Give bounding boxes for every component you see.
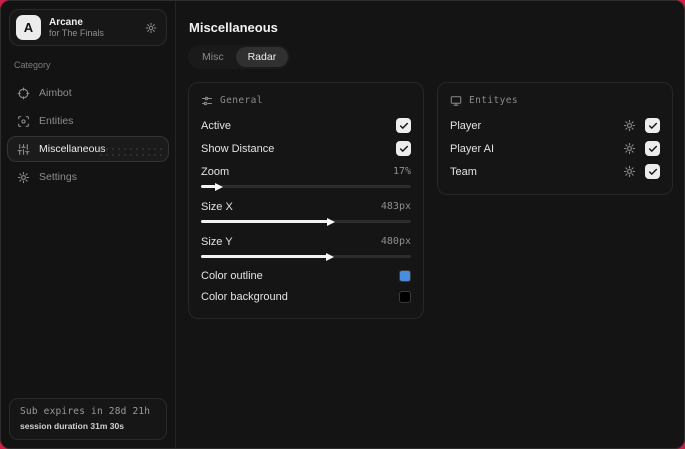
general-panel-header: General: [201, 92, 411, 109]
size-y-slider-thumb[interactable]: [326, 252, 334, 261]
sidebar-nav: Aimbot Entities Miscellaneous Settings: [1, 80, 175, 192]
general-panel-title: General: [220, 95, 263, 106]
size-y-slider[interactable]: [201, 252, 411, 261]
player-ai-checkbox[interactable]: [645, 141, 660, 156]
entity-controls: [623, 141, 660, 156]
sidebar-item-label: Entities: [39, 115, 74, 127]
size-y-label-row: Size Y 480px: [201, 231, 411, 252]
gear-icon: [17, 171, 30, 184]
sub-expiry-text: Sub expires in 28d 21h: [20, 406, 151, 417]
tab-misc[interactable]: Misc: [190, 47, 236, 67]
zoom-slider[interactable]: [201, 182, 411, 191]
size-x-slider[interactable]: [201, 217, 411, 226]
zoom-value: 17%: [392, 166, 411, 177]
color-background-swatch[interactable]: [399, 291, 411, 303]
size-y-slider-fill: [201, 252, 334, 261]
monitor-icon: [450, 95, 462, 107]
main-content: Miscellaneous Misc Radar General Active: [176, 1, 684, 448]
team-gear-icon[interactable]: [623, 165, 636, 178]
panels-row: General Active Show Distance Zoom 17% Si…: [188, 82, 673, 319]
page-title: Miscellaneous: [189, 20, 278, 35]
player-checkbox[interactable]: [645, 118, 660, 133]
setting-row-size-x: Size X 483px: [201, 196, 411, 226]
team-checkbox[interactable]: [645, 164, 660, 179]
setting-label: Color background: [201, 291, 288, 303]
size-x-value: 483px: [380, 201, 411, 212]
app-name: Arcane: [49, 16, 83, 28]
active-checkbox[interactable]: [396, 118, 411, 133]
setting-label: Size X: [201, 200, 233, 213]
size-x-label-row: Size X 483px: [201, 196, 411, 217]
player-gear-icon[interactable]: [623, 119, 636, 132]
entity-row-player: Player: [450, 114, 660, 137]
show-distance-checkbox[interactable]: [396, 141, 411, 156]
entities-panel-header: Entityes: [450, 92, 660, 109]
entity-label: Team: [450, 165, 477, 178]
entity-label: Player: [450, 119, 482, 132]
color-outline-swatch[interactable]: [399, 270, 411, 282]
entities-panel-title: Entityes: [469, 95, 518, 106]
entity-row-team: Team: [450, 160, 660, 183]
setting-label: Color outline: [201, 270, 263, 282]
check-icon: [648, 145, 657, 152]
sidebar-item-label: Miscellaneous: [39, 143, 106, 155]
setting-row-zoom: Zoom 17%: [201, 161, 411, 191]
tab-radar[interactable]: Radar: [235, 47, 289, 67]
setting-row-color-background: Color background: [201, 287, 411, 307]
app-window: A Arcane for The Finals Category Aimbot: [0, 0, 685, 449]
setting-label: Size Y: [201, 235, 233, 248]
sidebar-item-aimbot[interactable]: Aimbot: [7, 80, 169, 106]
player-ai-gear-icon[interactable]: [623, 142, 636, 155]
app-titles: Arcane for The Finals: [49, 17, 137, 39]
setting-label: Zoom: [201, 165, 230, 178]
entity-controls: [623, 118, 660, 133]
size-x-slider-thumb[interactable]: [326, 217, 335, 226]
size-x-slider-fill: [201, 217, 335, 226]
check-icon: [399, 122, 408, 129]
sidebar-item-entities[interactable]: Entities: [7, 108, 169, 134]
sidebar-item-settings[interactable]: Settings: [7, 164, 169, 190]
sidebar-item-miscellaneous[interactable]: Miscellaneous: [7, 136, 169, 162]
session-duration-text: session duration 31m 30s: [20, 421, 124, 431]
app-header-card: A Arcane for The Finals: [9, 9, 167, 46]
sidebar: A Arcane for The Finals Category Aimbot: [1, 1, 176, 448]
app-subtitle: for The Finals: [49, 28, 104, 39]
app-logo: A: [16, 15, 41, 40]
sliders-horizontal-icon: [201, 95, 213, 107]
header-gear-icon[interactable]: [145, 22, 157, 34]
zoom-slider-thumb[interactable]: [214, 182, 223, 191]
sidebar-item-label: Settings: [39, 171, 77, 183]
setting-label: Show Distance: [201, 142, 275, 155]
sliders-icon: [17, 143, 30, 156]
general-panel: General Active Show Distance Zoom 17% Si…: [188, 82, 424, 319]
crosshair-icon: [17, 87, 30, 100]
sidebar-item-label: Aimbot: [39, 87, 72, 99]
zoom-label-row: Zoom 17%: [201, 161, 411, 182]
check-icon: [648, 122, 657, 129]
check-icon: [648, 168, 657, 175]
entity-label: Player AI: [450, 142, 495, 155]
tab-bar: Misc Radar: [188, 45, 291, 69]
setting-row-color-outline: Color outline: [201, 266, 411, 286]
entities-panel: Entityes Player Player AI Team: [437, 82, 673, 195]
subscription-card: Sub expires in 28d 21h session duration …: [9, 398, 167, 440]
setting-row-show-distance: Show Distance: [201, 137, 411, 160]
scan-icon: [17, 115, 30, 128]
entity-row-player-ai: Player AI: [450, 137, 660, 160]
setting-row-active: Active: [201, 114, 411, 137]
setting-row-size-y: Size Y 480px: [201, 231, 411, 261]
zoom-slider-fill: [201, 182, 223, 191]
setting-label: Active: [201, 119, 231, 132]
size-y-value: 480px: [380, 236, 411, 247]
entity-controls: [623, 164, 660, 179]
check-icon: [399, 145, 408, 152]
category-label: Category: [14, 60, 51, 70]
